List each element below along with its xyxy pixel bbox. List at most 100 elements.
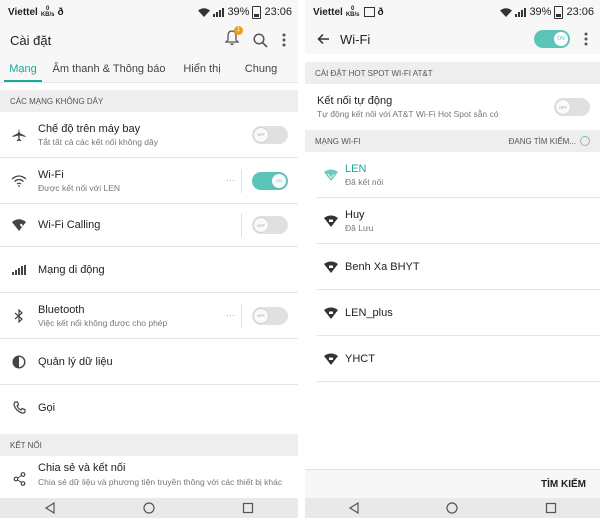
share-connect-subtitle: Chia sẻ dữ liệu và phương tiện truyền th… — [38, 477, 283, 487]
battery-percent: 39% — [227, 6, 250, 18]
wifi-status-icon — [198, 7, 211, 17]
recents-nav-icon[interactable] — [242, 502, 254, 514]
airplane-icon — [12, 128, 26, 141]
vertical-divider — [241, 303, 242, 328]
wifi-status-icon — [500, 7, 513, 17]
tab-network[interactable]: Mạng — [0, 56, 46, 82]
airplane-mode-subtitle: Tắt tất cả các kết nối không dây — [38, 136, 159, 147]
auto-connect-subtitle: Tự động kết nối với AT&T Wi-Fi Hot Spot … — [317, 109, 499, 119]
tab-general[interactable]: Chung — [232, 56, 290, 82]
ellipsis-icon: ⋯ — [226, 310, 235, 320]
wifi-toggle[interactable]: ON — [252, 171, 288, 190]
app-bar: Wi-Fi ON — [305, 24, 600, 54]
network-name: Huy — [345, 208, 365, 221]
bluetooth-toggle[interactable]: OFF — [252, 306, 288, 325]
wifi-calling-icon — [12, 219, 26, 231]
wifi-signal-locked-icon — [324, 353, 338, 365]
data-saver-icon: ð — [377, 6, 384, 18]
recents-nav-icon[interactable] — [545, 502, 557, 514]
battery-percent: 39% — [529, 6, 552, 18]
bluetooth-icon — [14, 308, 23, 323]
wifi-calling-title: Wi-Fi Calling — [38, 219, 101, 231]
tab-display[interactable]: Hiển thị — [172, 56, 232, 82]
airplane-mode-title: Chế độ trên máy bay — [38, 122, 141, 135]
network-speed: 0 KB/s — [345, 6, 360, 18]
search-icon[interactable] — [253, 32, 268, 48]
back-nav-icon[interactable] — [348, 502, 360, 514]
page-title: Wi-Fi — [340, 31, 371, 47]
signal-icon — [515, 7, 527, 17]
screen-divider — [298, 0, 305, 518]
network-item-len[interactable]: LEN Đã kết nối — [317, 152, 600, 198]
home-nav-icon[interactable] — [143, 502, 155, 514]
section-header-connect: KẾT NỐI — [0, 434, 298, 456]
section-header-hotspot: CÀI ĐẶT HOT SPOT WI-FI AT&T — [305, 62, 600, 84]
call-row[interactable]: Gọi — [0, 385, 298, 430]
call-title: Gọi — [38, 401, 56, 414]
data-usage-icon — [12, 354, 26, 369]
navigation-bar — [0, 498, 298, 518]
battery-icon — [252, 5, 262, 19]
searching-status: ĐANG TÌM KIẾM... — [508, 136, 576, 146]
network-item-len-plus[interactable]: LEN_plus — [317, 290, 600, 336]
notification-badge: 1 — [234, 25, 243, 35]
wifi-signal-locked-icon — [324, 307, 338, 319]
wifi-title: Wi-Fi — [38, 168, 64, 181]
more-options-icon[interactable] — [282, 33, 286, 47]
notification-button[interactable]: 1 — [224, 25, 243, 51]
back-nav-icon[interactable] — [44, 502, 56, 514]
clock: 23:06 — [264, 6, 292, 18]
network-item-benh-xa-bhyt[interactable]: Benh Xa BHYT — [317, 244, 600, 290]
network-name: LEN_plus — [345, 306, 393, 319]
toggle-knob: OFF — [254, 218, 268, 232]
auto-connect-title: Kết nối tự động — [317, 95, 393, 107]
airplane-mode-row[interactable]: Chế độ trên máy bay Tắt tất cả các kết n… — [0, 112, 298, 158]
wifi-calling-row[interactable]: Wi-Fi Calling OFF — [0, 204, 298, 247]
search-networks-button[interactable]: TÌM KIẾM — [541, 479, 586, 490]
vertical-divider — [241, 213, 242, 237]
share-connect-title: Chia sẻ và kết nối — [38, 462, 126, 474]
wifi-calling-toggle[interactable]: OFF — [252, 216, 288, 234]
network-item-yhct[interactable]: YHCT — [317, 336, 600, 382]
status-bar: Viettel 0 KB/s ð 39% 23:06 — [0, 0, 298, 24]
home-nav-icon[interactable] — [446, 502, 459, 514]
bluetooth-row[interactable]: Bluetooth Việc kết nối không được cho ph… — [0, 293, 298, 339]
scanning-spinner-icon — [580, 136, 590, 146]
section-header-wireless: CÁC MẠNG KHÔNG DÂY — [0, 90, 298, 112]
wifi-signal-icon — [324, 169, 338, 181]
auto-connect-row[interactable]: Kết nối tự động Tự động kết nối với AT&T… — [305, 84, 600, 130]
mobile-network-title: Mạng di động — [38, 263, 105, 276]
section-header-networks: MẠNG WI-FI ĐANG TÌM KIẾM... — [305, 130, 600, 152]
airplane-mode-toggle[interactable]: OFF — [252, 125, 288, 144]
wifi-row[interactable]: Wi-Fi Được kết nối với LEN ⋯ ON — [0, 158, 298, 204]
network-name: Benh Xa BHYT — [345, 260, 420, 273]
auto-connect-toggle[interactable]: OFF — [554, 98, 590, 116]
ellipsis-icon: ⋯ — [226, 175, 235, 185]
toggle-knob: OFF — [254, 127, 268, 142]
toggle-knob: OFF — [254, 308, 268, 323]
networks-label: MẠNG WI-FI — [315, 136, 361, 146]
toggle-knob: OFF — [556, 100, 570, 114]
network-name: YHCT — [345, 352, 375, 365]
carrier-name: Viettel — [8, 6, 38, 18]
bottom-action-bar: TÌM KIẾM — [305, 469, 600, 498]
bluetooth-title: Bluetooth — [38, 303, 85, 316]
data-usage-title: Quản lý dữ liệu — [38, 355, 113, 368]
image-icon — [363, 7, 375, 17]
data-usage-row[interactable]: Quản lý dữ liệu — [0, 339, 298, 385]
more-options-icon[interactable] — [584, 32, 588, 46]
share-icon — [13, 472, 25, 486]
mobile-network-row[interactable]: Mạng di động — [0, 247, 298, 293]
status-bar: Viettel 0 KB/s ð 39% 23:06 — [305, 0, 600, 24]
wifi-signal-locked-icon — [324, 215, 338, 227]
vertical-divider — [241, 168, 242, 193]
signal-icon — [213, 7, 225, 17]
back-arrow-icon[interactable] — [317, 33, 330, 45]
wifi-icon — [11, 174, 27, 187]
network-status: Đã kết nối — [345, 176, 384, 187]
network-item-huy[interactable]: Huy Đã Lưu — [317, 198, 600, 244]
toggle-knob: ON — [554, 32, 568, 46]
mobile-signal-icon — [12, 264, 26, 275]
tab-sound-notifications[interactable]: Âm thanh & Thông báo — [46, 56, 172, 82]
wifi-master-switch[interactable]: ON — [534, 30, 570, 48]
